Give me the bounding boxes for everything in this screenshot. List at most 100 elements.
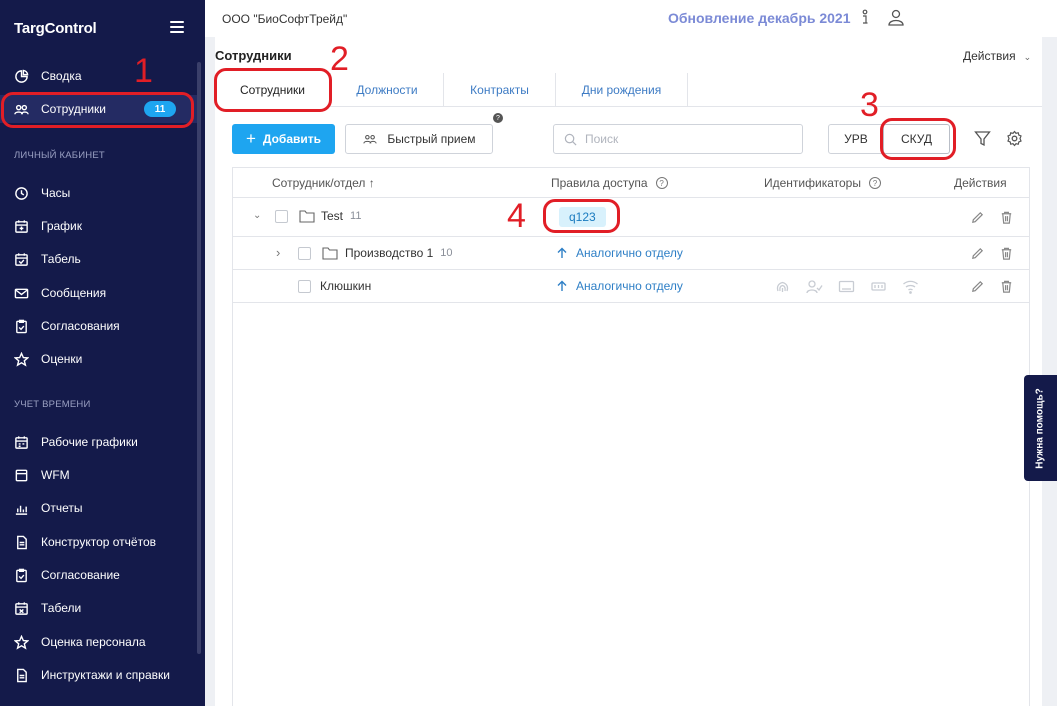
sidebar-item-label: Конструктор отчётов [41,535,156,549]
tab-birthdays[interactable]: Дни рождения [556,73,688,107]
sidebar-item-briefings[interactable]: Инструктажи и справки [0,661,197,689]
sidebar-item-summary[interactable]: Сводка [0,62,197,90]
quick-hire-button[interactable]: Быстрый прием [345,124,493,154]
annotation-number-4: 4 [507,197,526,235]
top-header: ООО "БиоСофтТрейд" Обновление декабрь 20… [205,0,1057,37]
trash-icon[interactable] [999,279,1014,294]
arrow-up-icon [557,247,567,258]
users-icon [14,102,29,117]
update-link[interactable]: Обновление декабрь 2021 [668,10,851,26]
barcode-icon[interactable] [870,279,887,294]
company-name[interactable]: ООО "БиоСофтТрейд" [222,12,347,26]
sidebar-item-label: График [41,219,82,233]
col-access-label: Правила доступа [551,176,648,190]
box-icon [14,468,29,483]
tab-bar: Сотрудники Должности Контракты Дни рожде… [215,73,1042,107]
sidebar-item-work-schedules[interactable]: Рабочие графики [0,428,197,456]
calendar-icon [14,219,29,234]
quick-hire-label: Быстрый прием [387,132,476,146]
table-row[interactable]: Клюшкин Аналогично отделу [233,270,1029,303]
sidebar-item-messages[interactable]: Сообщения [0,279,197,307]
question-icon[interactable]: ? [655,177,668,189]
menu-icon[interactable] [170,21,184,33]
face-id-icon[interactable] [806,279,823,294]
chevron-right-icon[interactable]: › [276,245,280,260]
sidebar-item-approval[interactable]: Согласование [0,561,197,589]
sidebar-item-employees[interactable]: Сотрудники 11 [0,95,197,123]
help-tab[interactable]: Нужна помощь? [1024,375,1057,481]
skud-button[interactable]: СКУД [883,124,950,154]
access-rule-tag[interactable]: q123 [559,207,606,227]
actions-label: Действия [963,49,1016,63]
search-icon [564,133,577,145]
row-name[interactable]: Производство 1 [345,246,433,260]
app-logo[interactable]: TargControl [14,20,97,37]
sidebar-item-label: Часы [41,186,71,200]
sidebar-item-report-builder[interactable]: Конструктор отчётов [0,528,197,556]
sidebar-item-staff-rating[interactable]: Оценка персонала [0,628,197,656]
tab-positions[interactable]: Должности [331,73,444,107]
row-checkbox[interactable] [298,247,311,260]
trash-icon[interactable] [999,210,1014,225]
fingerprint-icon[interactable] [774,279,791,294]
document-icon [14,668,29,683]
row-count: 11 [350,210,362,222]
sidebar-item-label: Сообщения [41,286,107,300]
sidebar-item-timesheets[interactable]: Табели [0,594,197,622]
trash-icon[interactable] [999,246,1014,261]
user-profile-icon[interactable] [887,8,905,26]
question-icon[interactable]: ? [493,113,503,123]
tab-contracts[interactable]: Контракты [444,73,556,107]
actions-dropdown[interactable]: Действия ⌄ [963,49,1031,63]
sidebar-item-label: Сотрудники [41,102,106,116]
sidebar-item-approvals[interactable]: Согласования [0,312,197,340]
add-button[interactable]: + Добавить [232,124,335,154]
sidebar-item-label: Табель [41,252,81,266]
table-row[interactable]: ⌄ Test 11 q123 [233,198,1029,237]
table-header: Сотрудник/отдел ↑ Правила доступа? Идент… [233,168,1029,198]
filter-icon[interactable] [974,130,991,147]
row-checkbox[interactable] [275,210,288,223]
row-checkbox[interactable] [298,280,311,293]
sidebar-item-timesheet[interactable]: Табель [0,245,197,273]
edit-icon[interactable] [970,279,985,294]
info-icon[interactable] [859,9,871,26]
col-employee[interactable]: Сотрудник/отдел ↑ [272,176,375,190]
plus-icon: + [245,129,256,148]
question-icon[interactable]: ? [868,177,881,189]
sidebar-item-label: Табели [41,601,82,615]
clock-icon [14,186,29,201]
chevron-down-icon[interactable]: ⌄ [253,210,261,221]
sidebar-item-ratings[interactable]: Оценки [0,345,197,373]
edit-icon[interactable] [970,210,985,225]
help-tab-label: Нужна помощь? [1035,387,1046,469]
row-name[interactable]: Клюшкин [320,279,371,293]
sidebar-item-label: Сводка [41,69,82,83]
page-title: Сотрудники [215,48,292,63]
star-icon [14,351,29,367]
wifi-icon[interactable] [902,279,919,294]
table-row[interactable]: › Производство 1 10 Аналогично отделу [233,237,1029,270]
search-field[interactable] [553,124,803,154]
document-icon [14,535,29,550]
sidebar-item-wfm[interactable]: WFM [0,461,197,489]
sidebar-scrollbar[interactable] [197,62,201,654]
gear-icon[interactable] [1006,130,1023,147]
search-input[interactable] [585,132,785,146]
urv-button[interactable]: УРВ [828,124,884,154]
sidebar-item-reports[interactable]: Отчеты [0,494,197,522]
mail-icon [14,286,29,301]
access-inherit-link[interactable]: Аналогично отделу [576,246,683,260]
tab-employees[interactable]: Сотрудники [215,73,331,107]
card-icon[interactable] [838,279,855,294]
users-icon [363,134,378,144]
sidebar-item-schedule[interactable]: График [0,212,197,240]
employees-count-badge: 11 [144,101,176,117]
sidebar-item-hours[interactable]: Часы [0,179,197,207]
sidebar-item-label: Согласование [41,568,120,582]
bar-chart-icon [14,501,29,516]
folder-icon [322,247,338,260]
row-name[interactable]: Test [321,209,343,223]
edit-icon[interactable] [970,246,985,261]
access-inherit-link[interactable]: Аналогично отделу [576,279,683,293]
